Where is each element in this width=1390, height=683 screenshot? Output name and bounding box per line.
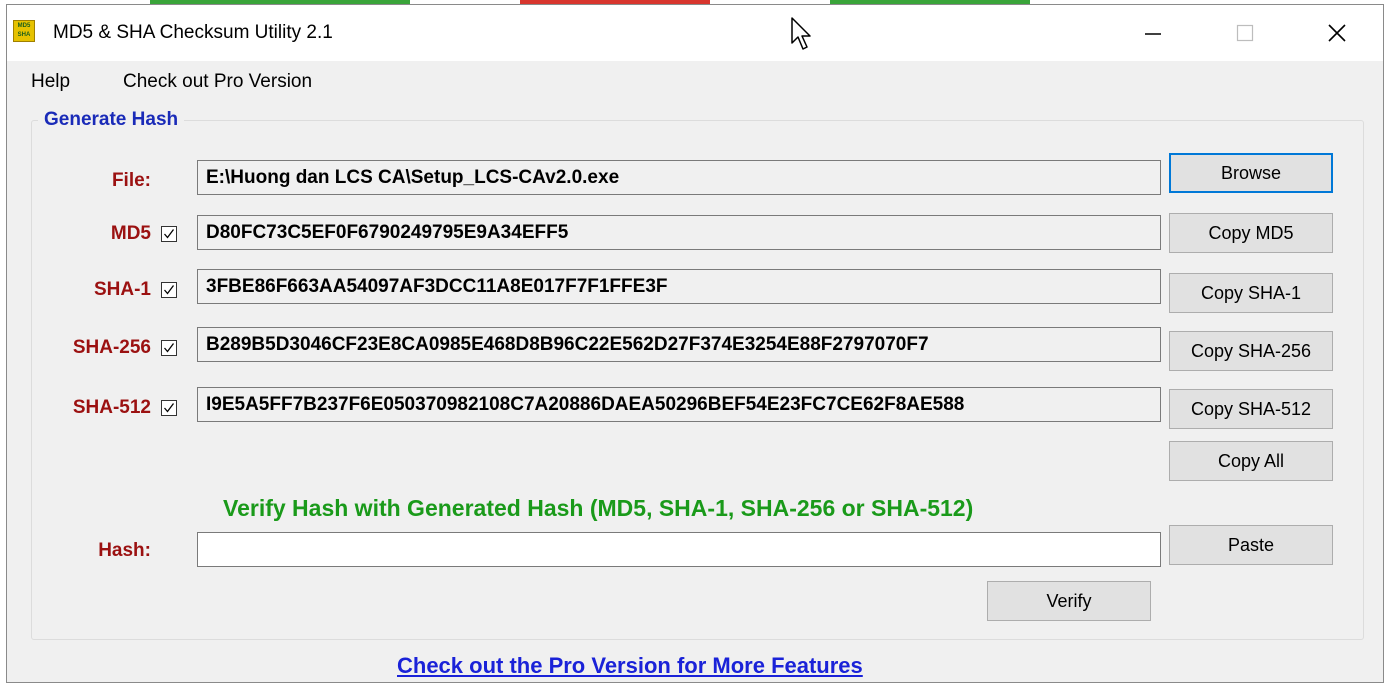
file-path-field[interactable]: E:\Huong dan LCS CA\Setup_LCS-CAv2.0.exe [197, 160, 1161, 195]
checkmark-icon [164, 343, 175, 353]
menu-bar: Help Check out Pro Version [7, 61, 1383, 101]
close-icon [1328, 24, 1346, 42]
close-button[interactable] [1291, 5, 1383, 61]
sha256-checkbox[interactable] [161, 340, 177, 356]
hash-label: Hash: [98, 540, 151, 561]
copy-md5-button[interactable]: Copy MD5 [1169, 213, 1333, 253]
md5-label: MD5 [110, 223, 151, 244]
copy-sha256-button[interactable]: Copy SHA-256 [1169, 331, 1333, 371]
checkmark-icon [164, 403, 175, 413]
app-icon: MD5 SHA [13, 20, 35, 42]
sha1-value-field[interactable]: 3FBE86F663AA54097AF3DCC11A8E017F7F1FFE3F [197, 269, 1161, 304]
browse-button[interactable]: Browse [1169, 153, 1333, 193]
title-bar: MD5 SHA MD5 & SHA Checksum Utility 2.1 [7, 5, 1383, 61]
pro-version-link[interactable]: Check out the Pro Version for More Featu… [397, 653, 863, 679]
generate-hash-title: Generate Hash [38, 109, 185, 131]
app-window: MD5 SHA MD5 & SHA Checksum Utility 2.1 H… [6, 4, 1384, 683]
menu-help[interactable]: Help [31, 71, 70, 93]
sha256-value-field[interactable]: B289B5D3046CF23E8CA0985E468D8B96C22E562D… [197, 327, 1161, 362]
hash-input[interactable] [197, 532, 1161, 567]
copy-sha1-button[interactable]: Copy SHA-1 [1169, 273, 1333, 313]
checkmark-icon [164, 229, 175, 239]
maximize-icon [1236, 24, 1254, 42]
sha512-label: SHA-512 [72, 397, 151, 418]
minimize-icon [1145, 33, 1161, 35]
copy-sha512-button[interactable]: Copy SHA-512 [1169, 389, 1333, 429]
paste-button[interactable]: Paste [1169, 525, 1333, 565]
window-title: MD5 & SHA Checksum Utility 2.1 [53, 22, 333, 43]
verify-button[interactable]: Verify [987, 581, 1151, 621]
minimize-button[interactable] [1107, 5, 1199, 61]
sha256-label: SHA-256 [72, 337, 151, 358]
md5-value-field[interactable]: D80FC73C5EF0F6790249795E9A34EFF5 [197, 215, 1161, 250]
file-label: File: [111, 170, 151, 191]
menu-check-out-pro[interactable]: Check out Pro Version [123, 71, 312, 93]
sha1-label: SHA-1 [93, 279, 151, 300]
checkmark-icon [164, 285, 175, 295]
sha1-checkbox[interactable] [161, 282, 177, 298]
sha512-value-field[interactable]: I9E5A5FF7B237F6E050370982108C7A20886DAEA… [197, 387, 1161, 422]
md5-checkbox[interactable] [161, 226, 177, 242]
mouse-cursor-icon [791, 17, 813, 56]
maximize-button[interactable] [1199, 5, 1291, 61]
verify-section-title: Verify Hash with Generated Hash (MD5, SH… [223, 495, 974, 521]
copy-all-button[interactable]: Copy All [1169, 441, 1333, 481]
sha512-checkbox[interactable] [161, 400, 177, 416]
